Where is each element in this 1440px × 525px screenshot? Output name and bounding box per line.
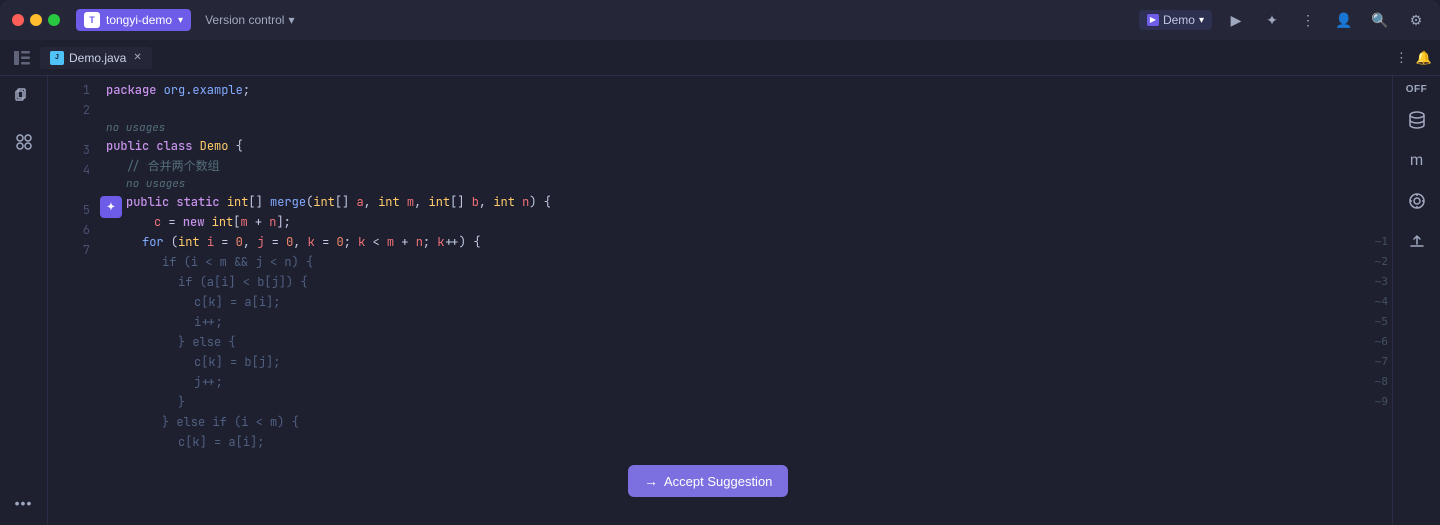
code-line-6: c = new int[ m + n]; [98, 212, 1392, 232]
ghost-line-10: c[k] = a[i]; [98, 432, 1392, 452]
ai-suggestion-badge[interactable]: ✦ [100, 196, 122, 218]
file-tab-demo-java[interactable]: J Demo.java ✕ [40, 47, 152, 69]
search-button[interactable]: 🔍 [1368, 8, 1392, 32]
line-num-4: 4 [56, 160, 90, 180]
traffic-lights [12, 14, 60, 26]
line-numbers: 1 2 3 4 5 6 7 [48, 76, 98, 525]
code-container[interactable]: ✦ 1 2 3 4 5 6 7 [48, 76, 1392, 525]
version-control-selector[interactable]: Version control ▾ [199, 10, 300, 30]
sidebar-toggle-button[interactable] [8, 44, 36, 72]
tabbar-right-icons: ⋮ 🔔 [1395, 50, 1440, 66]
line-num-5: 5 [56, 200, 90, 220]
code-line-4: // 合并两个数组 [98, 156, 1392, 176]
components-icon[interactable] [10, 128, 38, 156]
ghost-line-5: } else { ~6 [98, 332, 1392, 352]
line-num-7: 7 [56, 240, 90, 260]
ghost-line-9: } else if (i < m) { [98, 412, 1392, 432]
database-icon[interactable] [1403, 107, 1431, 135]
ghost-line-4: i++; ~5 [98, 312, 1392, 332]
code-line-1: package org.example; [98, 80, 1392, 100]
code-editor[interactable]: package org.example; no usages public cl… [98, 76, 1392, 525]
line-num-2: 2 [56, 100, 90, 120]
app-window: T tongyi-demo ▾ Version control ▾ ▶ Demo… [0, 0, 1440, 525]
run-config-chevron-icon: ▾ [1199, 15, 1204, 26]
run-config-selector[interactable]: ▶ Demo ▾ [1139, 10, 1212, 30]
right-sidebar: OFF m [1392, 76, 1440, 525]
upload-icon[interactable] [1403, 227, 1431, 255]
no-usages-hint-2: no usages [98, 176, 1392, 192]
version-control-chevron-icon: ▾ [288, 13, 294, 27]
ghost-line-6: c[k] = b[j]; ~7 [98, 352, 1392, 372]
magic-icon[interactable]: m [1403, 147, 1431, 175]
more-options-icon[interactable]: ••• [10, 489, 38, 517]
titlebar: T tongyi-demo ▾ Version control ▾ ▶ Demo… [0, 0, 1440, 40]
off-toggle[interactable]: OFF [1406, 84, 1428, 95]
line-num-6: 6 [56, 220, 90, 240]
tabbar: J Demo.java ✕ ⋮ 🔔 [0, 40, 1440, 76]
file-tab-close-button[interactable]: ✕ [133, 52, 141, 63]
code-line-3: public class Demo { [98, 136, 1392, 156]
file-tab-name: Demo.java [69, 51, 126, 65]
settings-button[interactable]: ⚙ [1404, 8, 1428, 32]
minimize-button[interactable] [30, 14, 42, 26]
more-actions-button[interactable]: ⋮ [1296, 8, 1320, 32]
line-num-1: 1 [56, 80, 90, 100]
main-content: ••• ✦ 1 2 3 4 5 6 7 [0, 76, 1440, 525]
ghost-line-annotation-1: ~1 [1375, 232, 1388, 252]
project-name: tongyi-demo [106, 13, 172, 27]
project-chevron-icon: ▾ [178, 15, 183, 26]
ghost-line-1: if (i < m && j < n) { ~2 [98, 252, 1392, 272]
ghost-line-7: j++; ~8 [98, 372, 1392, 392]
debug-button[interactable]: ✦ [1260, 8, 1284, 32]
project-icon: T [84, 12, 100, 28]
run-button[interactable]: ▶ [1224, 8, 1248, 32]
code-line-7: for ( int i = 0, j = 0, k = 0; k < m + n… [98, 232, 1392, 252]
maximize-button[interactable] [48, 14, 60, 26]
no-usages-hint-1: no usages [98, 120, 1392, 136]
project-selector[interactable]: T tongyi-demo ▾ [76, 9, 191, 31]
version-control-label: Version control [205, 13, 284, 27]
accept-suggestion-button[interactable]: → Accept Suggestion [628, 465, 788, 497]
close-button[interactable] [12, 14, 24, 26]
ai-assist-icon[interactable] [1403, 187, 1431, 215]
java-file-icon: J [50, 51, 64, 65]
run-config-label: Demo [1163, 13, 1195, 27]
editor-area: ✦ 1 2 3 4 5 6 7 [48, 76, 1392, 525]
file-explorer-icon[interactable] [10, 84, 38, 112]
users-button[interactable]: 👤 [1332, 8, 1356, 32]
line-num-3: 3 [56, 140, 90, 160]
code-line-5: public static int[] merge( int[] a, int … [98, 192, 1392, 212]
ai-badge-label: ✦ [107, 202, 115, 213]
run-config-icon: ▶ [1147, 14, 1159, 26]
accept-suggestion-arrow-icon: → [644, 473, 658, 489]
ghost-line-3: c[k] = a[i]; ~4 [98, 292, 1392, 312]
ghost-line-8: } ~9 [98, 392, 1392, 412]
activity-bar: ••• [0, 76, 48, 525]
accept-suggestion-label: Accept Suggestion [664, 474, 772, 489]
titlebar-actions: ▶ Demo ▾ ▶ ✦ ⋮ 👤 🔍 ⚙ [1139, 8, 1428, 32]
code-line-2 [98, 100, 1392, 120]
ghost-line-2: if (a[i] < b[j]) { ~3 [98, 272, 1392, 292]
tabbar-more-icon[interactable]: ⋮ [1395, 50, 1408, 66]
notifications-icon[interactable]: 🔔 [1416, 50, 1432, 66]
